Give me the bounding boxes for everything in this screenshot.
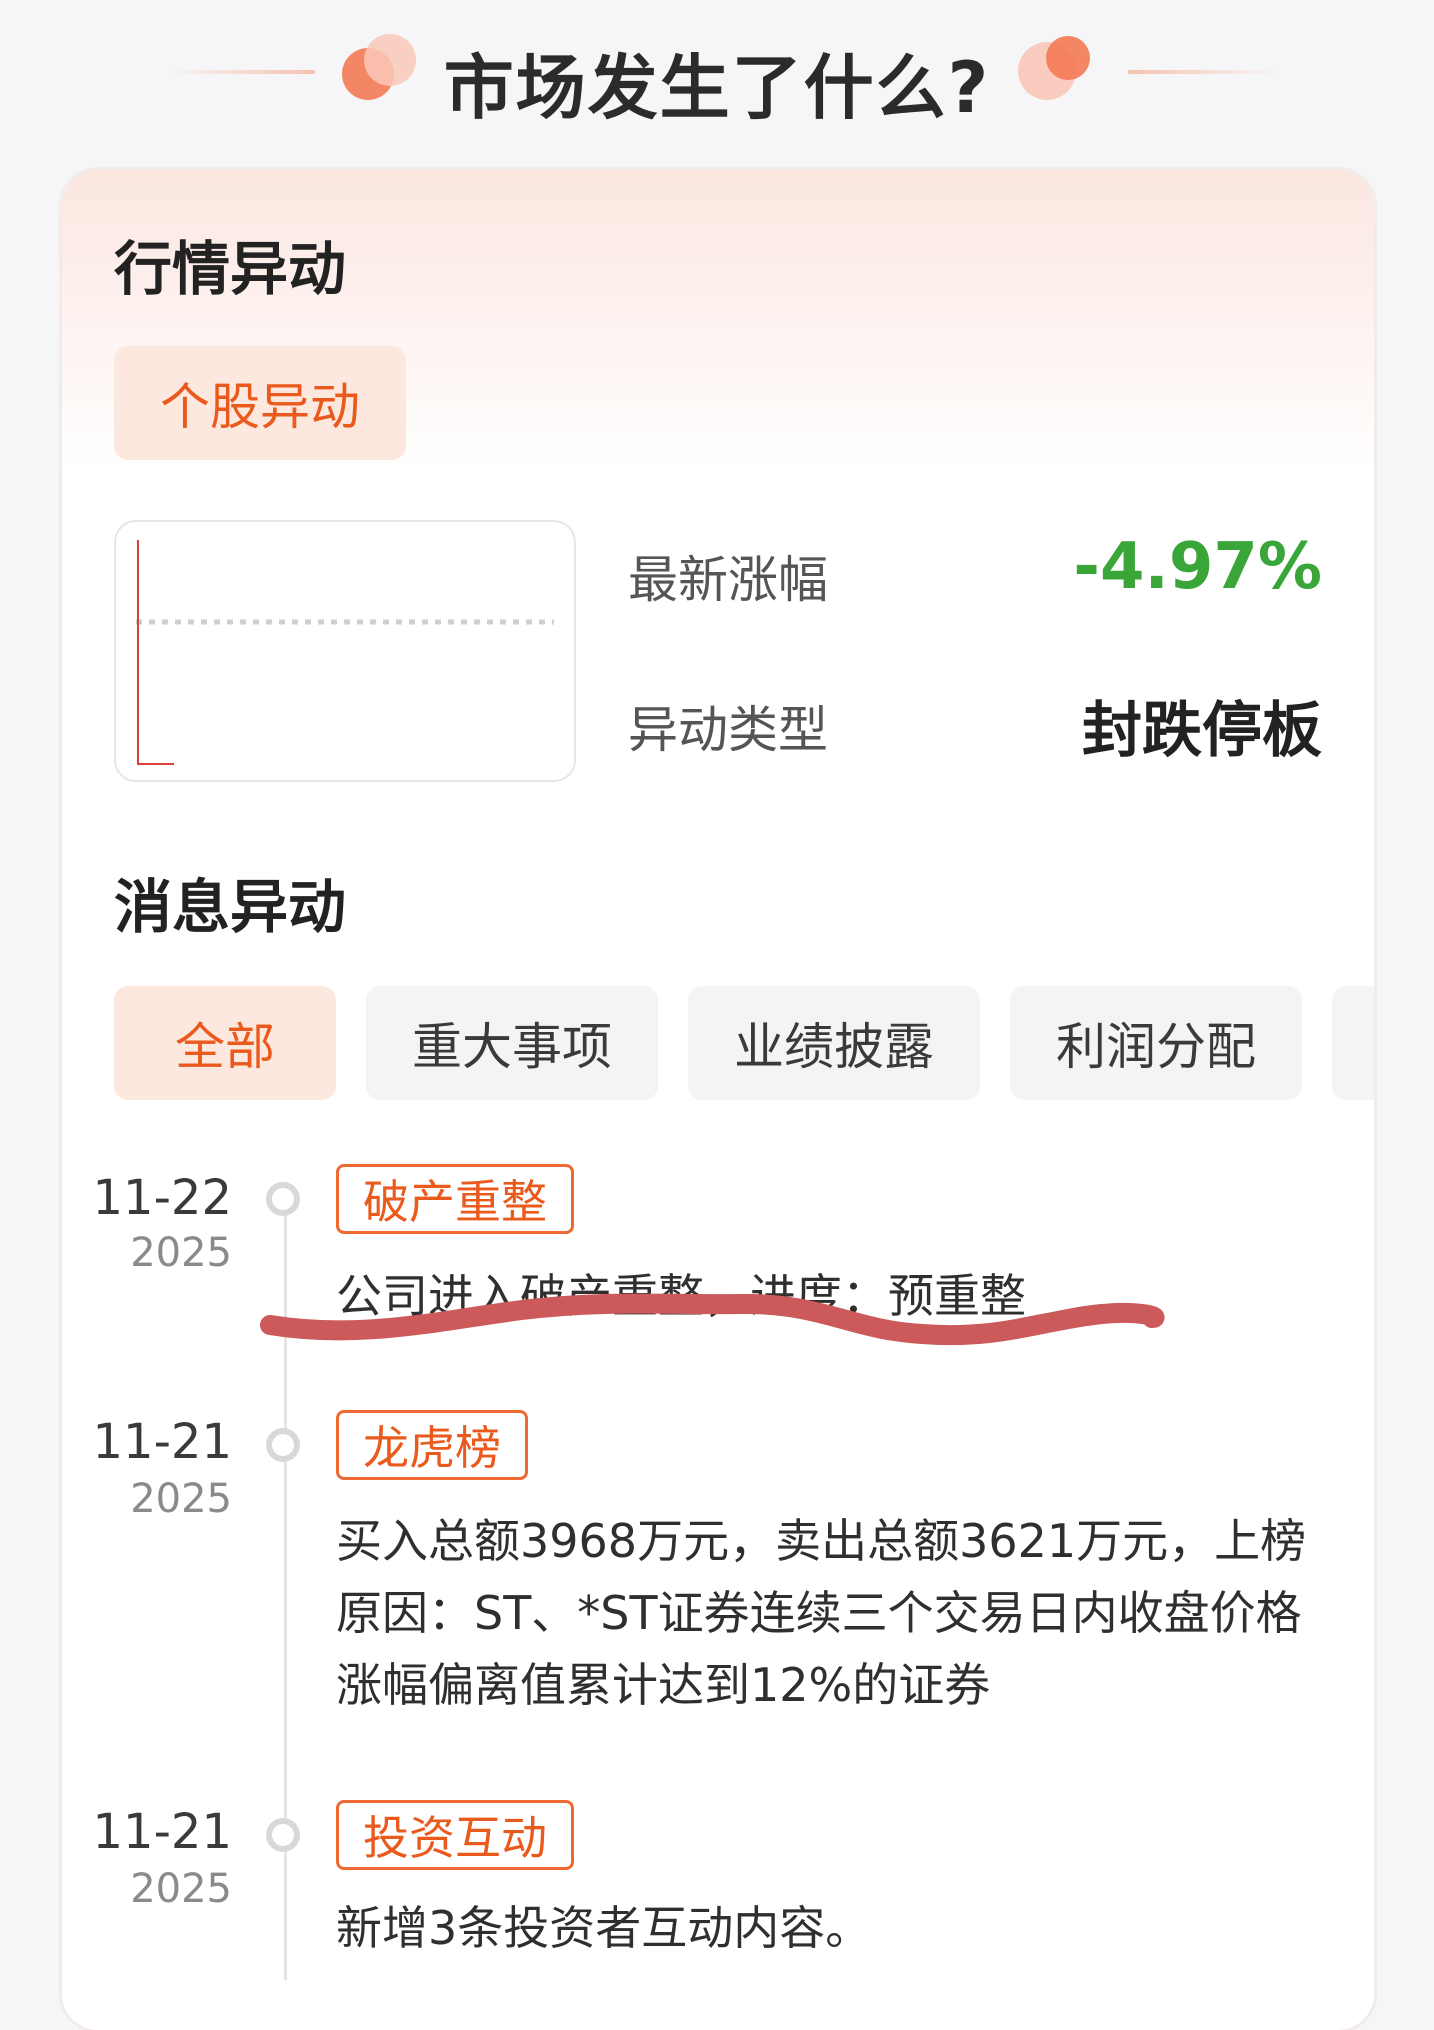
decorative-dots-icon xyxy=(1018,32,1098,112)
header-right-divider xyxy=(1128,70,1278,74)
item-desc: 新增3条投资者互动内容。 xyxy=(336,1901,872,1955)
market-event-card: 行情异动 个股异动 最新涨幅 -4.97% 异动类型 封跌停板 消息异动 全部 … xyxy=(62,170,1374,2030)
item-date: 11-21 xyxy=(92,1804,232,1860)
item-tag: 龙虎榜 xyxy=(336,1410,528,1480)
page-header: 市场发生了什么? xyxy=(0,0,1434,150)
red-underline-annotation xyxy=(260,1293,1165,1346)
timeline-dot-icon xyxy=(266,1818,300,1852)
item-date: 11-21 xyxy=(92,1414,232,1470)
item-desc-line: 涨幅偏离值累计达到12%的证券 xyxy=(336,1658,991,1712)
page-title: 市场发生了什么? xyxy=(443,47,991,129)
timeline-dot-icon xyxy=(266,1428,300,1462)
item-year: 2025 xyxy=(130,1866,232,1912)
item-desc-line: 买入总额3968万元，卖出总额3621万元，上榜 xyxy=(336,1514,1307,1568)
item-year: 2025 xyxy=(130,1476,232,1522)
item-tag: 投资互动 xyxy=(336,1800,574,1870)
item-desc-line: 原因：ST、*ST证券连续三个交易日内收盘价格 xyxy=(336,1586,1302,1640)
